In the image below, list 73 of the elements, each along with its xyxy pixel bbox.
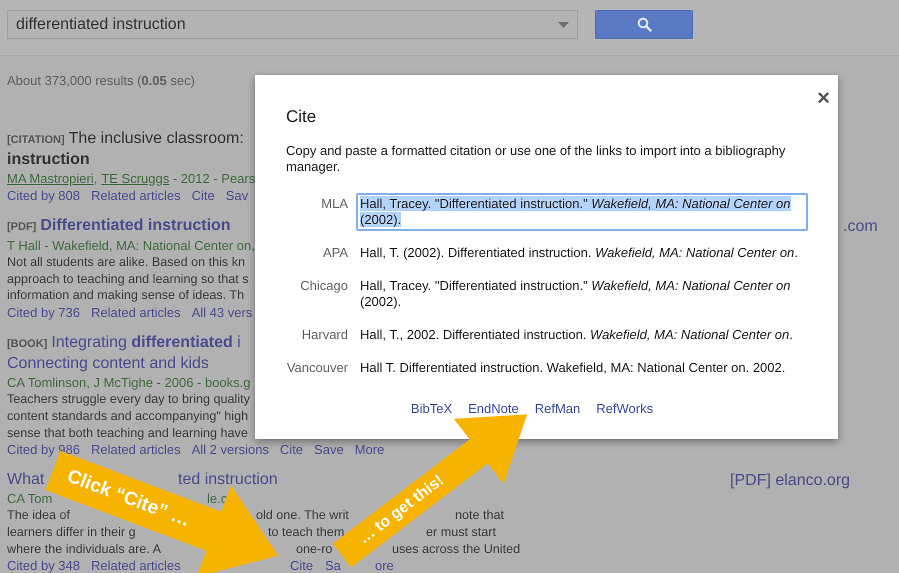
result-link[interactable]: All 43 vers — [192, 304, 252, 322]
dialog-title: Cite — [286, 107, 316, 127]
source-line: - 2012 - Pears — [172, 171, 256, 186]
snippet-text: to teach them — [268, 524, 344, 539]
result-title-link[interactable]: Integrating differentiated i — [51, 334, 241, 352]
side-link[interactable]: [PDF] elanco.org — [730, 472, 850, 490]
result-link[interactable]: Sa — [325, 558, 341, 573]
close-button[interactable]: × — [817, 87, 830, 109]
source-line: CA Tomlinson, J McTighe - 2006 - books.g — [7, 375, 251, 390]
export-link[interactable]: BibTeX — [410, 401, 452, 416]
result-link[interactable]: Cited by 808 — [7, 187, 80, 204]
snippet-text: sense that both teaching and learning have — [7, 424, 249, 442]
snippet-text: Not all students are alike. Based on this kn — [7, 254, 246, 271]
citation-text[interactable]: Hall, T. (2002). Differentiated instruction. Wakefield, MA: National Center on. — [356, 242, 808, 264]
citation-style-label: Harvard — [300, 326, 348, 344]
source-line: T Hall - Wakefield, MA: National Center on, — [7, 238, 255, 253]
snippet-text: old one. The writ — [256, 508, 349, 522]
snippet-text: note that — [455, 508, 504, 522]
dialog-description: Copy and paste a formatted citation or use one of the links to import into a bibliography manager. — [286, 143, 786, 175]
snippet-text: where the individuals are. A — [7, 542, 162, 556]
search-icon — [636, 17, 652, 32]
result-link[interactable]: Sav — [226, 187, 248, 204]
result-type-tag: [CITATION] — [7, 134, 65, 146]
snippet-text: content standards and accompanying" high — [7, 408, 250, 425]
citation-text[interactable]: Hall T. Differentiated instruction. Wakefield, MA: National Center on. 2002. — [356, 357, 808, 379]
citation-style-label: Chicago — [299, 277, 348, 295]
result-title-link[interactable]: Differentiated instruction — [40, 217, 231, 234]
snippet-text: learners differ in their g — [7, 524, 136, 539]
result-link[interactable]: Related articles — [91, 558, 181, 573]
search-button[interactable] — [595, 10, 693, 39]
citation-text[interactable]: Hall, Tracey. "Differentiated instruction." Wakefield, MA: National Center on (2002). — [356, 275, 808, 313]
result-title-link[interactable]: Connecting content and kids — [7, 355, 209, 372]
author-link[interactable]: MA Mastropieri — [7, 171, 94, 186]
result-link[interactable]: Save — [314, 441, 344, 458]
result-link[interactable]: Related articles — [91, 304, 181, 322]
result-type-tag: [PDF] — [7, 221, 36, 233]
citation-style-label: Vancouver — [286, 359, 348, 377]
citation-text[interactable]: Hall, T., 2002. Differentiated instruction. Wakefield, MA: National Center on. — [356, 324, 808, 346]
side-link[interactable]: .com — [843, 218, 878, 235]
citation-text[interactable]: Hall, Tracey. "Differentiated instruction." Wakefield, MA: National Center on (2002). — [356, 193, 808, 231]
result-link[interactable]: All 2 versions — [192, 441, 269, 458]
snippet-text: er must start — [426, 524, 496, 539]
result-type-tag: [BOOK] — [7, 338, 48, 350]
snippet-text: approach to teaching and learning so that s — [7, 270, 250, 288]
result-title: The inclusive classroom: — [68, 130, 244, 147]
snippet-text: Teachers struggle every day to bring quality — [7, 391, 251, 408]
result-link[interactable]: Cited by 348 — [7, 558, 80, 573]
result-title: instruction — [7, 151, 90, 168]
result-link[interactable]: Cite — [192, 187, 215, 204]
result-link[interactable]: Cited by 736 — [7, 304, 80, 322]
citation-style-label: MLA — [320, 195, 348, 213]
export-link[interactable]: RefMan — [534, 401, 580, 416]
result-title[interactable]: ted instruction — [178, 471, 278, 488]
snippet-text: uses across the United — [392, 542, 520, 556]
snippet-text: The idea of — [7, 508, 70, 522]
snippet-text: information and making sense of ideas. Th — [7, 287, 246, 304]
result-link[interactable]: Cite — [280, 441, 304, 458]
result-count: About 373,000 results (0.05 sec) — [6, 72, 196, 89]
result-link[interactable]: More — [354, 441, 384, 458]
caret-icon — [558, 22, 569, 28]
result-link[interactable]: Cite — [290, 558, 314, 573]
separator-text: , — [94, 171, 98, 186]
snippet-text: one-ro — [296, 542, 332, 556]
source-line: CA Tom — [7, 491, 52, 506]
export-link[interactable]: RefWorks — [596, 401, 654, 416]
search-field[interactable]: differentiated instruction — [7, 10, 578, 39]
result-link[interactable]: Related articles — [91, 441, 181, 458]
result-link[interactable]: Related articles — [91, 187, 181, 204]
result-link[interactable]: ore — [375, 558, 394, 573]
citation-style-label: APA — [322, 244, 348, 262]
export-link[interactable]: EndNote — [468, 401, 519, 416]
author-link[interactable]: TE Scruggs — [101, 171, 170, 186]
result-title[interactable]: What — [7, 471, 44, 488]
